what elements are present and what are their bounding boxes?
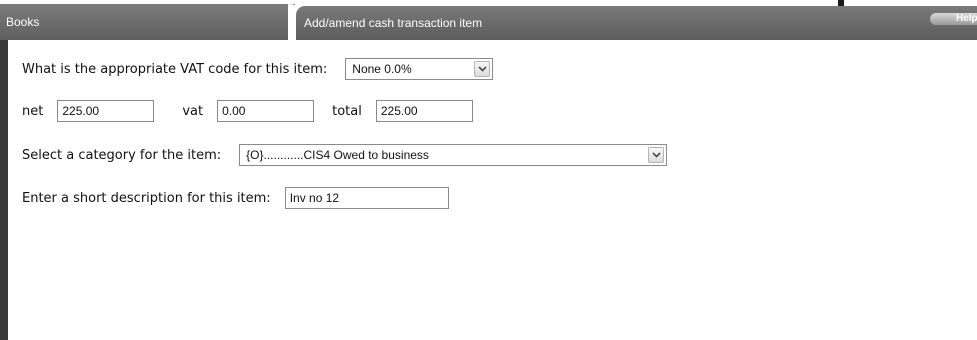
vat-code-value: None 0.0% — [352, 62, 412, 76]
category-row: Select a category for the item: {O}.....… — [22, 143, 668, 167]
vat-value: 0.00 — [222, 104, 246, 118]
chevron-down-icon — [474, 61, 491, 77]
help-button[interactable]: Help — [930, 13, 977, 25]
description-field[interactable]: Inv no 12 — [284, 187, 449, 209]
form-panel: What is the appropriate VAT code for thi… — [0, 40, 977, 340]
vat-code-row: What is the appropriate VAT code for thi… — [22, 57, 494, 81]
current-tab: Add/amend cash transaction item — [296, 6, 977, 40]
header-bar: Books Add/amend cash transaction item He… — [0, 0, 977, 40]
chevron-down-icon — [648, 147, 665, 163]
vat-field[interactable]: 0.00 — [217, 100, 315, 122]
vat-label: vat — [182, 103, 204, 119]
vat-code-label: What is the appropriate VAT code for thi… — [22, 61, 328, 77]
category-label: Select a category for the item: — [22, 147, 222, 163]
books-tab-label: Books — [6, 15, 40, 29]
books-tab[interactable]: Books — [0, 4, 295, 40]
help-button-label: Help — [956, 13, 977, 24]
net-field[interactable]: 225.00 — [57, 100, 155, 122]
header-marker — [838, 0, 844, 6]
amounts-row: net 225.00 vat 0.00 total 225.00 — [22, 99, 473, 123]
net-label: net — [22, 103, 44, 119]
app-window: Books Add/amend cash transaction item He… — [0, 0, 977, 340]
total-value: 225.00 — [380, 104, 418, 118]
vat-code-select[interactable]: None 0.0% — [345, 58, 494, 80]
total-field[interactable]: 225.00 — [375, 100, 473, 122]
category-value: {O}............CIS4 Owed to business — [246, 148, 429, 162]
category-select[interactable]: {O}............CIS4 Owed to business — [239, 144, 668, 166]
current-tab-label: Add/amend cash transaction item — [304, 16, 483, 30]
description-row: Enter a short description for this item:… — [22, 186, 449, 210]
net-value: 225.00 — [62, 104, 100, 118]
total-label: total — [332, 103, 362, 119]
description-value: Inv no 12 — [289, 191, 340, 205]
description-label: Enter a short description for this item: — [22, 190, 271, 206]
